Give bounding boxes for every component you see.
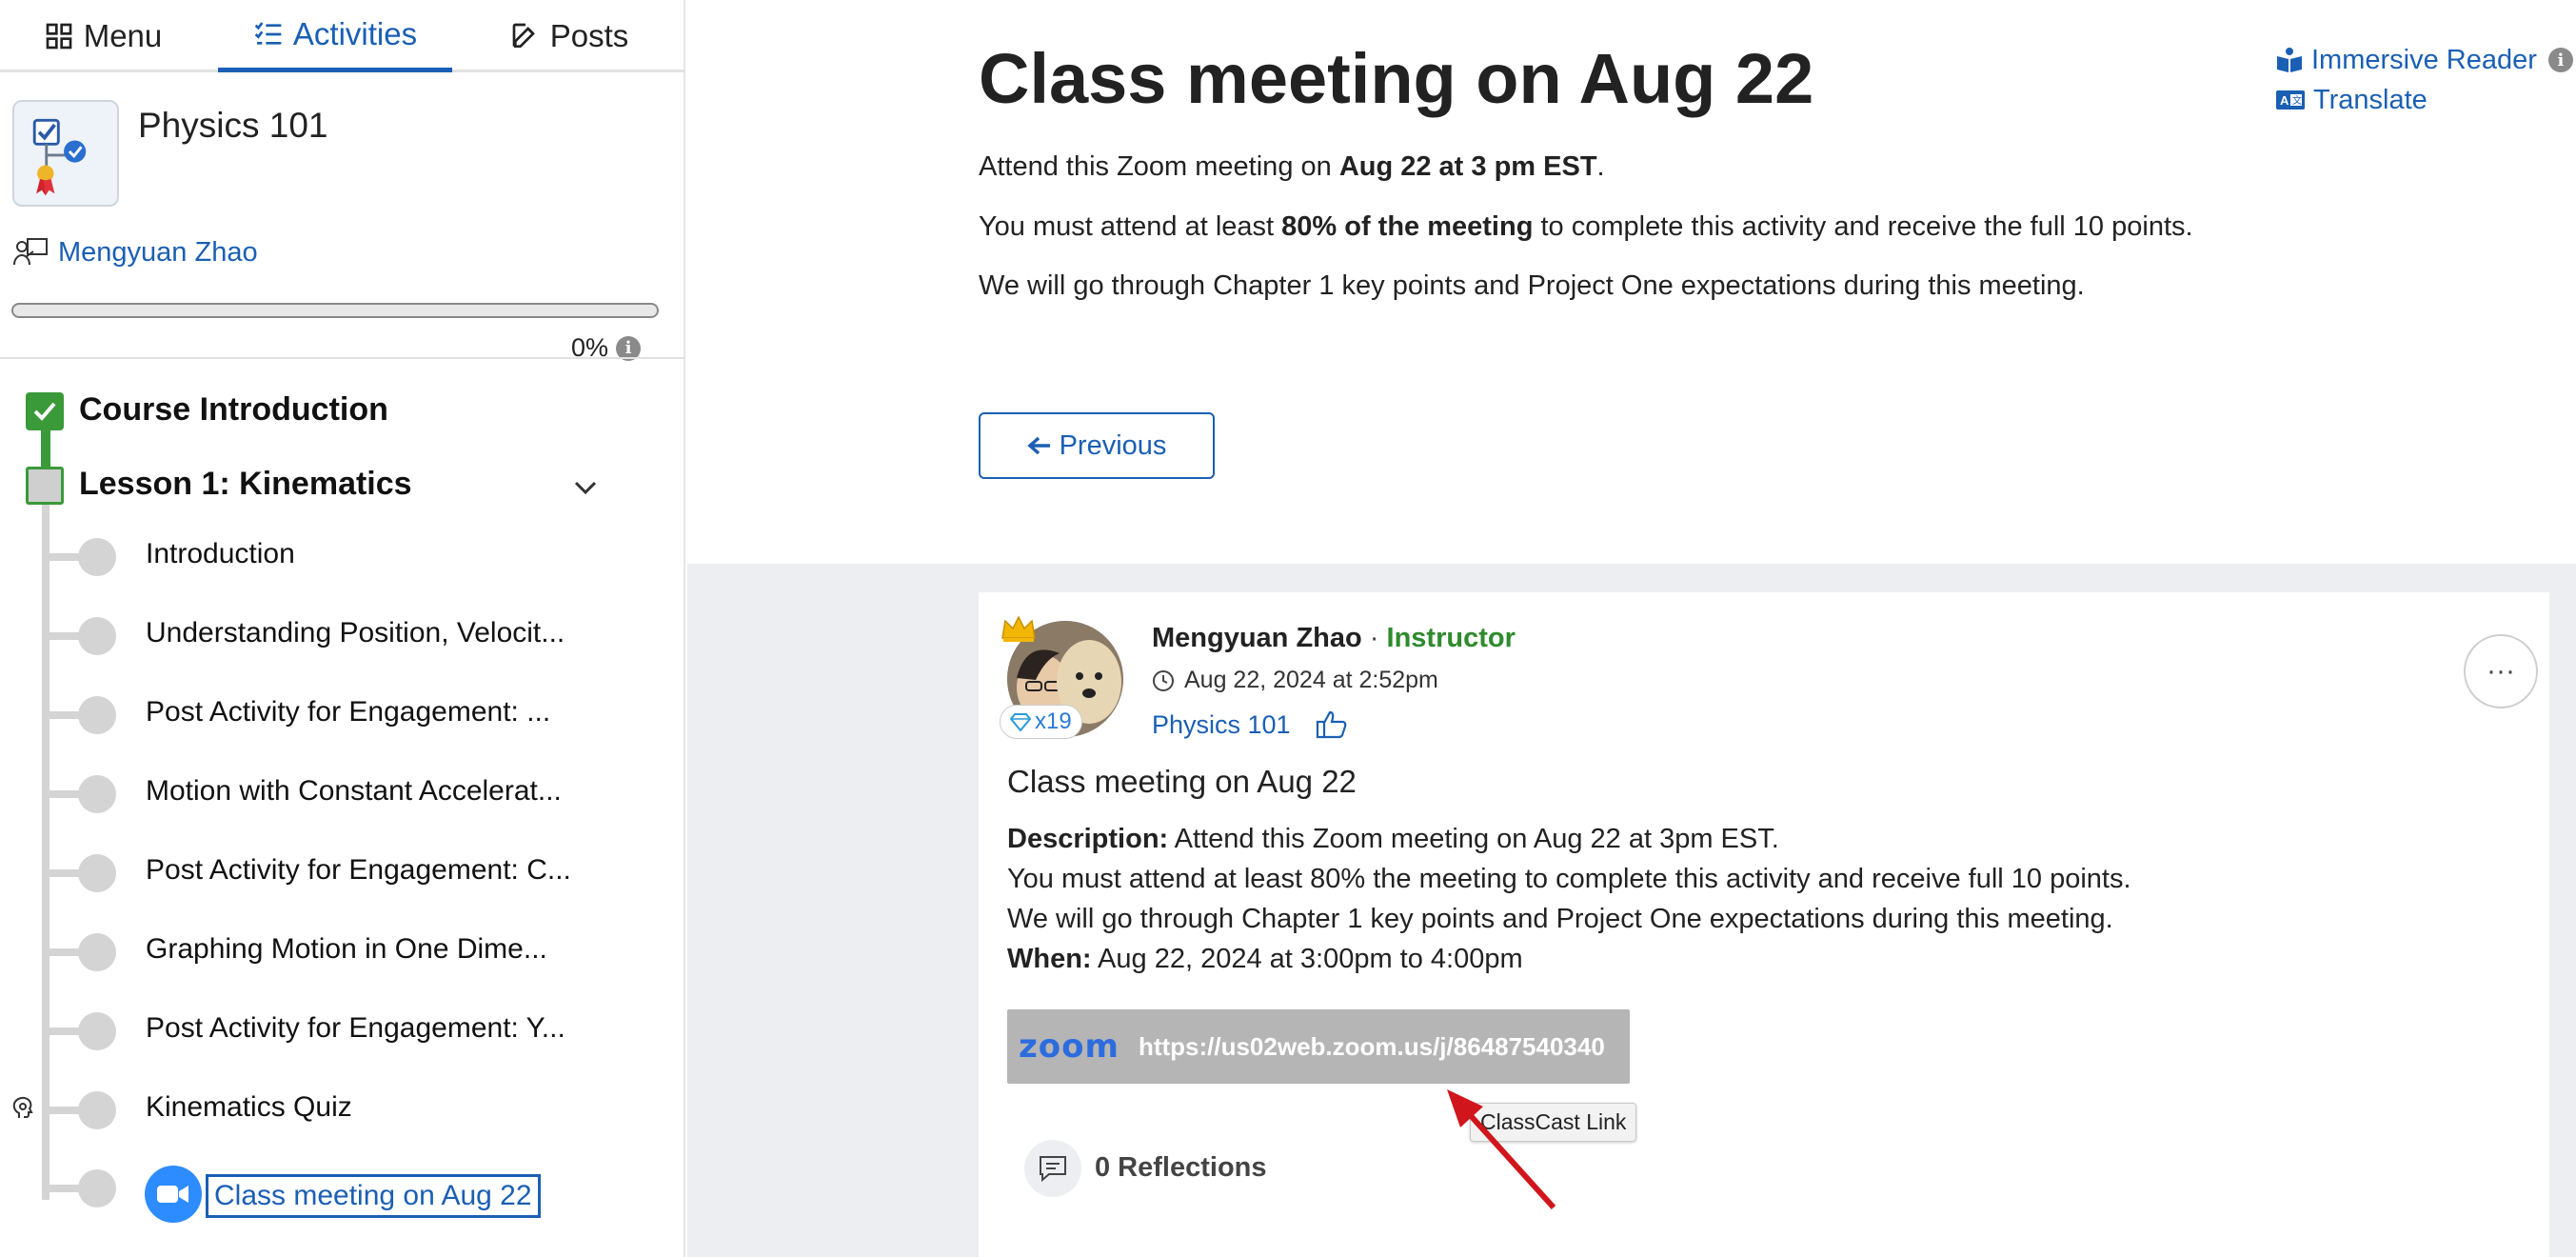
activity-label: Motion with Constant Accelerat... — [146, 775, 562, 807]
zoom-logo: zoom — [1019, 1028, 1120, 1066]
activity-status-icon — [78, 1091, 116, 1129]
brain-icon — [12, 1096, 33, 1118]
activity-item[interactable]: Post Activity for Engagement: Y... — [0, 1001, 666, 1058]
current-activity-link[interactable]: Class meeting on Aug 22 — [206, 1174, 541, 1218]
video-camera-icon — [145, 1166, 202, 1223]
activity-item[interactable]: Kinematics Quiz — [0, 1080, 666, 1137]
activity-status-icon — [78, 933, 116, 971]
activity-label: Kinematics Quiz — [146, 1091, 352, 1123]
activity-status-icon — [78, 617, 116, 655]
activity-status-icon — [78, 775, 116, 813]
immersive-reader-label: Immersive Reader — [2311, 44, 2537, 75]
course-icon — [12, 100, 119, 207]
activity-item[interactable]: Understanding Position, Velocit... — [0, 606, 666, 663]
activity-label: Graphing Motion in One Dime... — [146, 933, 547, 965]
paragraph-1: Attend this Zoom meeting on Aug 22 at 3 … — [979, 151, 1605, 182]
activity-item[interactable]: Graphing Motion in One Dime... — [0, 922, 666, 979]
edit-icon — [512, 23, 535, 48]
activity-status-icon — [78, 696, 116, 734]
activity-item[interactable]: Post Activity for Engagement: C... — [0, 843, 666, 900]
activity-label: Post Activity for Engagement: C... — [146, 854, 571, 886]
tab-menu-label: Menu — [83, 18, 163, 53]
thumbs-up-icon[interactable] — [1316, 709, 1348, 740]
grid-icon — [46, 23, 72, 50]
post-author-line: Mengyuan Zhao · Instructor — [1152, 623, 1516, 653]
comment-icon[interactable] — [1024, 1140, 1081, 1197]
course-progress-bar — [11, 303, 659, 318]
post-course-link[interactable]: Physics 101 — [1152, 710, 1291, 740]
activity-status-icon — [78, 538, 116, 576]
crown-icon — [1001, 615, 1036, 642]
activity-label: Introduction — [146, 538, 295, 569]
activity-label: Post Activity for Engagement: Y... — [146, 1012, 565, 1044]
annotation-arrow — [1447, 1089, 1556, 1210]
sidebar: Menu Activities Posts Physics 101 Mengyu… — [0, 0, 685, 1257]
activity-item[interactable]: Motion with Constant Accelerat... — [0, 764, 666, 821]
activity-label: Post Activity for Engagement: ... — [146, 696, 551, 728]
gem-badge: x19 — [1000, 705, 1082, 739]
main-content: Class meeting on Aug 22 Attend this Zoom… — [687, 0, 2576, 1257]
reader-tools: Immersive Reader i A文 Translate — [2275, 40, 2573, 120]
lesson-status-icon — [26, 467, 64, 505]
zoom-url: https://us02web.zoom.us/j/86487540340 — [1138, 1031, 1605, 1061]
immersive-reader-link[interactable]: Immersive Reader — [2275, 40, 2537, 80]
instructor-link[interactable]: Mengyuan Zhao — [58, 237, 258, 269]
tab-posts[interactable]: Posts — [505, 0, 634, 72]
instructor-badge: Instructor — [1386, 623, 1516, 653]
info-icon[interactable]: i — [2547, 48, 2573, 72]
gem-count: x19 — [1035, 708, 1072, 734]
post-title: Class meeting on Aug 22 — [1007, 764, 1357, 799]
page-title: Class meeting on Aug 22 — [979, 39, 1814, 118]
translate-label: Translate — [2313, 84, 2427, 115]
tab-menu[interactable]: Menu — [36, 0, 169, 72]
activity-item[interactable]: Introduction — [0, 527, 666, 584]
post-course-row: Physics 101 — [1152, 709, 1348, 740]
chevron-down-icon[interactable] — [568, 470, 603, 505]
activity-status-icon — [78, 1169, 116, 1207]
paragraph-2: You must attend at least 80% of the meet… — [979, 211, 2193, 242]
checklist-icon — [254, 21, 282, 45]
tab-activities[interactable]: Activities — [218, 0, 452, 72]
sidebar-tabs: Menu Activities Posts — [0, 0, 685, 72]
tab-posts-label: Posts — [549, 18, 629, 53]
translate-icon: A文 — [2276, 90, 2305, 110]
sidebar-divider — [0, 357, 685, 359]
diamond-icon — [1010, 713, 1031, 731]
section-course-introduction[interactable]: Course Introduction — [79, 391, 388, 429]
clock-icon — [1153, 669, 1174, 691]
svg-text:A: A — [2280, 93, 2289, 108]
instructor-row[interactable]: Mengyuan Zhao — [12, 236, 258, 269]
course-title: Physics 101 — [138, 106, 328, 145]
activity-label: Understanding Position, Velocit... — [146, 617, 565, 648]
post-body: Description: Attend this Zoom meeting on… — [1007, 824, 2131, 974]
reflections-count[interactable]: 0 Reflections — [1095, 1152, 1267, 1184]
previous-button[interactable]: Previous — [979, 412, 1215, 479]
translate-link[interactable]: A文 Translate — [2275, 80, 2573, 120]
activity-item[interactable]: Post Activity for Engagement: ... — [0, 685, 666, 742]
complete-checkbox-icon — [26, 392, 64, 430]
activity-status-icon — [78, 854, 116, 892]
activity-status-icon — [78, 1012, 116, 1050]
post-timestamp: Aug 22, 2024 at 2:52pm — [1152, 667, 1438, 694]
book-reader-icon — [2277, 48, 2302, 72]
more-options-button[interactable]: ··· — [2464, 634, 2538, 708]
section-lesson-1[interactable]: Lesson 1: Kinematics — [79, 466, 412, 503]
paragraph-3: We will go through Chapter 1 key points … — [979, 270, 2085, 301]
post-author-name[interactable]: Mengyuan Zhao — [1152, 623, 1362, 653]
arrow-left-icon — [1026, 436, 1050, 455]
tab-activities-label: Activities — [292, 15, 418, 51]
teacher-icon — [13, 238, 48, 266]
svg-text:文: 文 — [2292, 94, 2302, 107]
previous-button-label: Previous — [1059, 429, 1167, 461]
post-card: x19 Mengyuan Zhao · Instructor Aug 22, 2… — [979, 592, 2549, 1257]
